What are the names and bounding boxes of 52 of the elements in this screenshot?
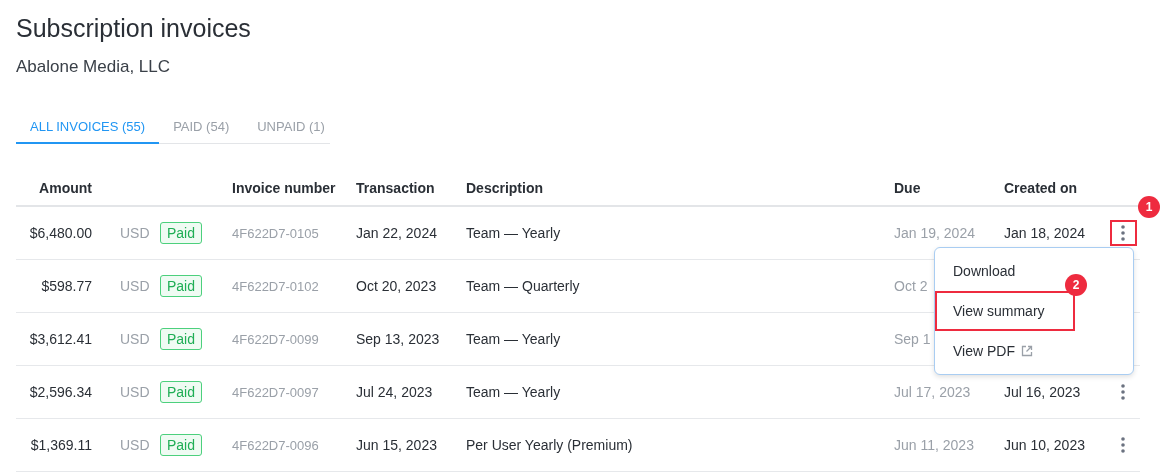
amount-cell-text: $598.77 [41,278,93,294]
company-name: Abalone Media, LLC [16,57,172,77]
column-header: Created on [1004,180,1079,196]
due-date-cell-text: Sep 1 [894,331,932,347]
invoice-number-cell-text: 4F622D7-0102 [232,278,320,294]
column-header: Transaction [356,180,436,196]
due-date-cell-text: Jan 19, 2024 [894,225,976,241]
description-cell-text: Team — Yearly [466,331,562,347]
amount-cell-text: $1,369.11 [30,437,93,453]
created-date-cell-text: Jul 16, 2023 [1004,384,1082,400]
status-badge: Paid [160,328,203,350]
transaction-cell-text: Sep 13, 2023 [356,331,441,347]
step-badge: 2 [1065,274,1087,296]
currency-cell-text: USD [119,437,151,453]
due-date-cell-text: Jul 17, 2023 [894,384,972,400]
page-title: Subscription invoices [16,14,252,43]
currency-cell-text: USD [119,384,151,400]
column-header: Due [894,180,922,196]
currency-cell-text: USD [119,278,151,294]
external-link-icon [1021,345,1033,357]
menu-item[interactable]: Download [935,251,1034,291]
transaction-cell-text: Oct 20, 2023 [356,278,438,294]
description-cell-text: Team — Yearly [466,384,562,400]
created-date-cell-text: Jan 18, 2024 [1004,225,1086,241]
due-date-cell-text: Oct 2 [894,278,929,294]
amount-cell-text: $6,480.00 [29,225,93,241]
created-date-cell-text: Jun 10, 2023 [1004,437,1086,453]
description-cell-text: Per User Yearly (Premium) [466,437,634,453]
status-badge: Paid [160,381,203,403]
due-date-cell-text: Jun 11, 2023 [894,437,975,453]
column-header: Amount [39,180,93,196]
invoice-number-cell-text: 4F622D7-0096 [232,437,320,453]
invoice-number-cell-text: 4F622D7-0099 [232,331,320,347]
currency-cell-text: USD [119,225,151,241]
more-options-icon[interactable] [1109,220,1137,246]
currency-cell-text: USD [119,331,151,347]
transaction-cell-text: Jun 15, 2023 [356,437,438,453]
status-badge: Paid [160,275,203,297]
amount-cell-text: $3,612.41 [29,331,93,347]
invoice-number-cell-text: 4F622D7-0105 [232,225,320,241]
invoice-number-cell-text: 4F622D7-0097 [232,384,320,400]
status-badge: Paid [160,222,203,244]
menu-item[interactable]: View PDF [935,331,1051,371]
description-cell-text: Team — Yearly [466,225,562,241]
status-badge: Paid [160,434,203,456]
transaction-cell-text: Jul 24, 2023 [356,384,434,400]
transaction-cell-text: Jan 22, 2024 [356,225,438,241]
description-cell-text: Team — Quarterly [466,278,581,294]
step-badge: 1 [1138,196,1160,218]
column-header: Invoice number [232,180,337,196]
column-header: Description [466,180,544,196]
amount-cell-text: $2,596.34 [29,384,93,400]
